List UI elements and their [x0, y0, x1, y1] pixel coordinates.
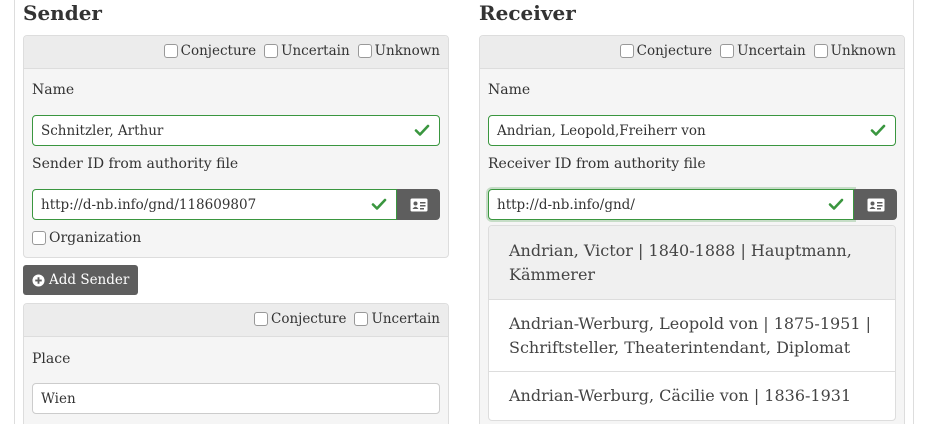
- receiver-id-label: Receiver ID from authority file: [488, 156, 706, 172]
- sender-unknown-checkbox[interactable]: Unknown: [357, 43, 440, 59]
- receiver-name-input[interactable]: Andrian, Leopold,Freiherr von: [488, 115, 896, 146]
- checkbox-box[interactable]: [163, 44, 178, 58]
- checkbox-box[interactable]: [354, 312, 369, 326]
- sender-conjecture-checkbox[interactable]: Conjecture: [163, 43, 256, 59]
- receiver-heading: Receiver: [479, 1, 576, 25]
- receiver-id-input[interactable]: http://d-nb.info/gnd/: [488, 189, 854, 220]
- receiver-id-card-button[interactable]: [854, 189, 897, 220]
- checkbox-box[interactable]: [357, 44, 372, 58]
- receiver-card-header: Conjecture Uncertain Unknown: [480, 36, 904, 69]
- checkbox-box[interactable]: [253, 312, 268, 326]
- sender-name-label: Name: [32, 82, 75, 98]
- checkbox-box[interactable]: [264, 44, 279, 58]
- place-label: Place: [32, 351, 71, 367]
- place-card-header: Conjecture Uncertain: [24, 304, 448, 337]
- add-sender-button[interactable]: Add Sender: [23, 265, 139, 295]
- id-card-icon: [867, 198, 884, 211]
- sender-name-input[interactable]: Schnitzler, Arthur: [32, 115, 440, 146]
- checkbox-box[interactable]: [619, 44, 634, 58]
- sender-card-header: Conjecture Uncertain Unknown: [24, 36, 448, 69]
- place-conjecture-checkbox[interactable]: Conjecture: [253, 311, 346, 327]
- receiver-unknown-checkbox[interactable]: Unknown: [813, 43, 896, 59]
- sender-uncertain-checkbox[interactable]: Uncertain: [264, 43, 350, 59]
- suggestion-item[interactable]: Andrian, Victor | 1840-1888 | Hauptmann,…: [489, 226, 895, 300]
- checkbox-box[interactable]: [813, 44, 828, 58]
- receiver-uncertain-checkbox[interactable]: Uncertain: [720, 43, 806, 59]
- sender-id-input[interactable]: http://d-nb.info/gnd/118609807: [32, 189, 397, 220]
- sender-organization-checkbox[interactable]: Organization: [32, 230, 141, 246]
- checkbox-box[interactable]: [32, 231, 46, 245]
- sender-heading: Sender: [23, 1, 102, 25]
- valid-check-icon: [828, 198, 844, 210]
- valid-check-icon: [414, 124, 430, 136]
- suggestion-item[interactable]: Andrian-Werburg, Leopold von | 1875-1951…: [489, 300, 895, 372]
- suggestion-item[interactable]: Andrian-Werburg, Cäcilie von | 1836-1931: [489, 372, 895, 420]
- receiver-conjecture-checkbox[interactable]: Conjecture: [619, 43, 712, 59]
- place-uncertain-checkbox[interactable]: Uncertain: [354, 311, 440, 327]
- authority-suggestions-dropdown: Andrian, Victor | 1840-1888 | Hauptmann,…: [488, 225, 896, 421]
- plus-circle-icon: [32, 273, 45, 287]
- valid-check-icon: [870, 124, 886, 136]
- sender-card: Conjecture Uncertain Unknown Name Schnit…: [23, 35, 449, 258]
- id-card-icon: [410, 198, 427, 211]
- receiver-name-label: Name: [488, 82, 531, 98]
- place-card: Conjecture Uncertain Place Wien: [23, 303, 449, 424]
- sender-id-label: Sender ID from authority file: [32, 156, 239, 172]
- place-input[interactable]: Wien: [32, 383, 440, 414]
- checkbox-box[interactable]: [720, 44, 735, 58]
- valid-check-icon: [371, 198, 387, 210]
- sender-id-card-button[interactable]: [397, 189, 440, 220]
